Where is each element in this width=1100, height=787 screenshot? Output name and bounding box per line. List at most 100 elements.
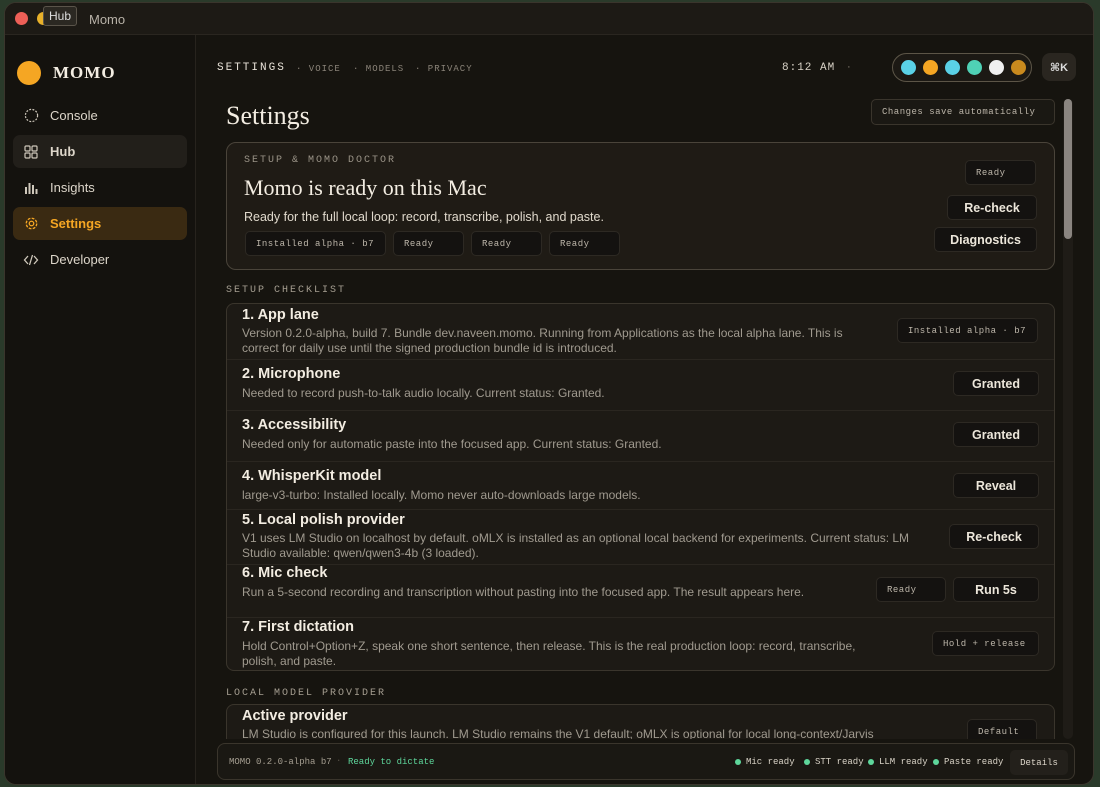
breadcrumb-privacy[interactable]: · PRIVACY [415, 64, 473, 74]
brand: MOMO [5, 35, 195, 91]
row-description: Needed only for automatic paste into the… [242, 437, 662, 451]
bar-chart-icon [23, 180, 39, 196]
checklist-row-mic-check: 6. Mic check Run a 5-second recording an… [227, 565, 1054, 618]
status-chip: Ready [471, 231, 542, 256]
sidebar: MOMO Console Hub Insights Settings Devel… [5, 35, 196, 784]
main-area: SETTINGS · VOICE · MODELS · PRIVACY 8:12… [196, 35, 1093, 784]
status-label: Mic ready [746, 757, 795, 767]
status-dot-icon [868, 759, 874, 765]
sidebar-item-console[interactable]: Console [13, 99, 187, 132]
clock: 8:12 AM [782, 62, 836, 74]
status-label: Paste ready [944, 757, 1004, 767]
sidebar-item-hub[interactable]: Hub [13, 135, 187, 168]
breadcrumb: SETTINGS [217, 62, 286, 74]
row-title: 7. First dictation [242, 619, 354, 635]
row-title: 1. App lane [242, 307, 319, 323]
status-dot-icon [735, 759, 741, 765]
row-title: 4. WhisperKit model [242, 468, 382, 484]
status-chip: Ready [393, 231, 464, 256]
checklist-row-polish-provider: 5. Local polish provider V1 uses LM Stud… [227, 510, 1054, 565]
status-chip: Ready [549, 231, 620, 256]
mic-status: Mic ready [735, 757, 795, 767]
diagnostics-button[interactable]: Diagnostics [934, 227, 1037, 252]
scrollbar-thumb[interactable] [1064, 99, 1072, 239]
sidebar-item-insights[interactable]: Insights [13, 171, 187, 204]
sidebar-item-label: Insights [50, 180, 95, 195]
accessibility-granted-button[interactable]: Granted [953, 422, 1039, 447]
sidebar-item-label: Console [50, 108, 98, 123]
status-label: LLM ready [879, 757, 928, 767]
sidebar-item-label: Settings [50, 216, 102, 231]
tooltip: Hub [43, 6, 78, 26]
theme-swatches [892, 53, 1032, 82]
provider-card: Active provider LM Studio is configured … [226, 704, 1055, 739]
row-description: V1 uses LM Studio on localhost by defaul… [242, 531, 910, 560]
sidebar-item-settings[interactable]: Settings [13, 207, 187, 240]
theme-swatch[interactable] [1011, 60, 1026, 75]
sidebar-nav: Console Hub Insights Settings Developer [5, 99, 195, 276]
close-window-button[interactable] [15, 12, 28, 25]
status-dot-icon [933, 759, 939, 765]
gear-icon [23, 216, 39, 232]
provider-title: Active provider [242, 708, 348, 724]
doctor-status-chip: Ready [965, 160, 1036, 185]
checklist-row-first-dictation: 7. First dictation Hold Control+Option+Z… [227, 618, 1054, 670]
brand-name: MOMO [53, 63, 116, 82]
doctor-title: Momo is ready on this Mac [244, 175, 487, 200]
paste-status: Paste ready [933, 757, 1003, 767]
breadcrumb-models[interactable]: · MODELS [353, 64, 404, 74]
llm-status: LLM ready [868, 757, 928, 767]
scrollbar[interactable] [1063, 99, 1073, 739]
theme-swatch[interactable] [967, 60, 982, 75]
title-bar: Hub Momo [5, 3, 1093, 35]
local-model-provider-label: LOCAL MODEL PROVIDER [226, 688, 387, 699]
clock-separator: · [847, 61, 851, 73]
row-description: large-v3-turbo: Installed locally. Momo … [242, 488, 641, 502]
code-icon [23, 252, 39, 268]
page-title: Settings [226, 101, 310, 130]
row-title: 3. Accessibility [242, 417, 347, 433]
details-button[interactable]: Details [1010, 750, 1068, 775]
version-label: MOMO 0.2.0-alpha b7 [229, 757, 332, 767]
setup-checklist: 1. App lane Version 0.2.0-alpha, build 7… [226, 303, 1055, 671]
provider-description: LM Studio is configured for this launch.… [242, 727, 874, 739]
sidebar-item-developer[interactable]: Developer [13, 243, 187, 276]
breadcrumb-voice[interactable]: · VOICE [296, 64, 341, 74]
circle-dashed-icon [23, 108, 39, 124]
setup-checklist-label: SETUP CHECKLIST [226, 285, 347, 296]
app-window: Hub Momo MOMO Console Hub Insights Setti… [4, 2, 1094, 785]
command-palette-button[interactable]: ⌘K [1042, 53, 1076, 81]
row-title: 6. Mic check [242, 565, 328, 581]
sidebar-item-label: Developer [50, 252, 110, 267]
recheck-button[interactable]: Re-check [947, 195, 1037, 220]
stt-status: STT ready [804, 757, 864, 767]
run-mic-check-button[interactable]: Run 5s [953, 577, 1039, 602]
default-chip: Default [967, 719, 1037, 739]
sidebar-item-label: Hub [50, 144, 76, 159]
status-separator: · [336, 756, 342, 766]
theme-swatch[interactable] [901, 60, 916, 75]
brand-logo-icon [17, 61, 41, 85]
window-title: Momo [89, 12, 126, 27]
mic-check-status-chip: Ready [876, 577, 946, 602]
row-title: 5. Local polish provider [242, 512, 405, 528]
build-chip: Installed alpha · b7 [245, 231, 386, 256]
checklist-row-app-lane: 1. App lane Version 0.2.0-alpha, build 7… [227, 304, 1054, 360]
theme-swatch[interactable] [923, 60, 938, 75]
provider-recheck-button[interactable]: Re-check [949, 524, 1039, 549]
doctor-description: Ready for the full local loop: record, t… [244, 210, 604, 224]
theme-swatch[interactable] [945, 60, 960, 75]
status-dot-icon [804, 759, 810, 765]
theme-swatch[interactable] [989, 60, 1004, 75]
momo-doctor-card: SETUP & MOMO DOCTOR Momo is ready on thi… [226, 142, 1055, 270]
row-title: 2. Microphone [242, 366, 341, 382]
ready-status: Ready to dictate [348, 757, 435, 767]
settings-content: Settings Changes save automatically SETU… [226, 99, 1056, 739]
microphone-granted-button[interactable]: Granted [953, 371, 1039, 396]
doctor-eyebrow: SETUP & MOMO DOCTOR [244, 155, 397, 166]
grid-icon [23, 144, 39, 160]
row-description: Run a 5-second recording and transcripti… [242, 585, 805, 599]
checklist-row-accessibility: 3. Accessibility Needed only for automat… [227, 411, 1054, 462]
checklist-row-whisperkit: 4. WhisperKit model large-v3-turbo: Inst… [227, 462, 1054, 510]
reveal-button[interactable]: Reveal [953, 473, 1039, 498]
